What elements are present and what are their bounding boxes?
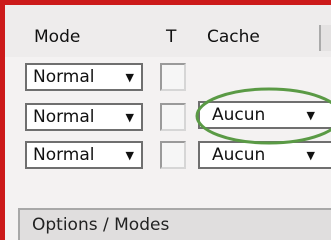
options-modes-label: Options / Modes <box>32 215 170 235</box>
t-checkbox-row-1[interactable] <box>160 63 186 91</box>
t-checkbox-row-3[interactable] <box>160 141 186 169</box>
caret-down-icon: ▼ <box>125 148 134 162</box>
mode-select-row-1[interactable]: Normal ▼ <box>25 63 143 91</box>
t-checkbox-row-2[interactable] <box>160 103 186 131</box>
mode-select-value: Normal <box>33 145 95 165</box>
mode-select-row-2[interactable]: Normal ▼ <box>25 103 143 131</box>
header-cache: Cache <box>207 27 260 47</box>
caret-down-icon: ▼ <box>125 110 134 124</box>
caret-down-icon: ▼ <box>306 148 315 162</box>
header-t: T <box>166 27 177 47</box>
mode-select-value: Normal <box>33 67 95 87</box>
cache-select-value: Aucun <box>212 145 266 165</box>
header-mode: Mode <box>34 27 81 47</box>
highlight-ellipse <box>195 87 331 145</box>
mode-select-value: Normal <box>33 107 95 127</box>
caret-down-icon: ▼ <box>125 70 134 84</box>
mode-select-row-3[interactable]: Normal ▼ <box>25 141 143 169</box>
header-column-divider[interactable] <box>319 25 331 51</box>
